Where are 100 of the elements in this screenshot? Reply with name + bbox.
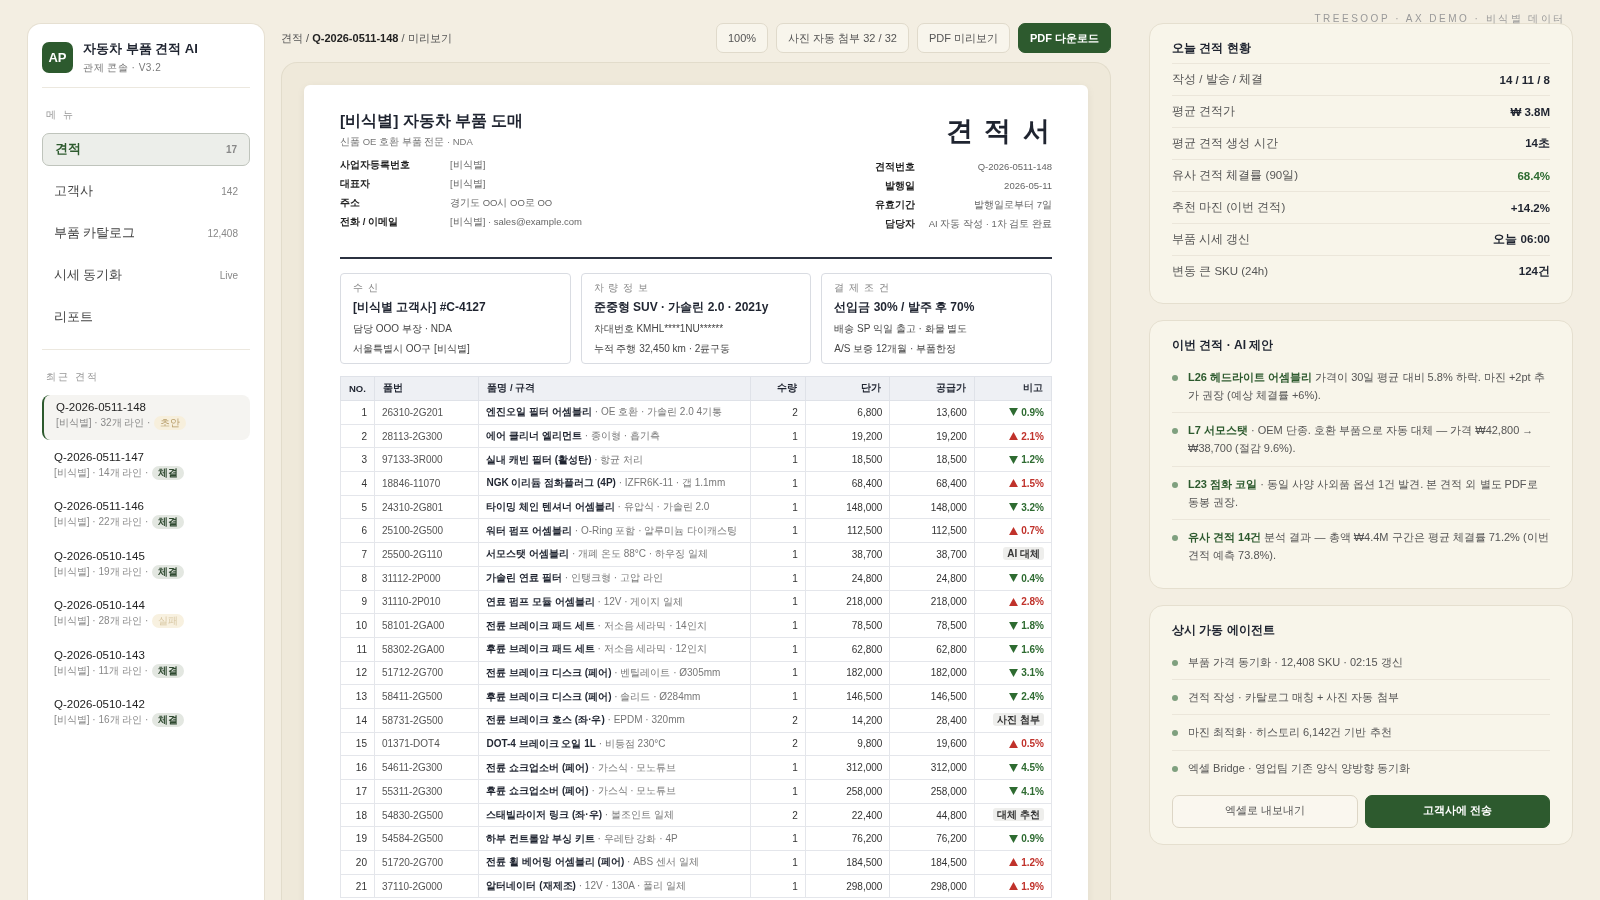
recent-quote[interactable]: Q-2026-0510-145 [비식별] · 19개 라인 · 체결	[42, 543, 250, 589]
table-cell: 9,800	[805, 732, 890, 756]
up-triangle-icon	[1009, 479, 1019, 488]
toolbar-button[interactable]: PDF 다운로드	[1017, 23, 1111, 53]
table-cell: 58302-2GA00	[374, 637, 479, 662]
table-cell: 1	[750, 661, 806, 685]
table-cell: 2	[750, 732, 806, 756]
box-caption: 결 제 조 건	[834, 281, 891, 295]
table-cell: 68,400	[889, 471, 975, 496]
down-triangle-icon	[1009, 408, 1019, 417]
table-cell: 21	[340, 874, 375, 898]
table-cell: 1	[750, 518, 806, 543]
field-label: 견적번호	[874, 161, 915, 174]
table-cell: 전륜 쇼크업소버 (페어) · 가스식 · 모노튜브	[479, 755, 751, 780]
column-header: 공급가	[889, 376, 975, 401]
suggestion-text: L23 점화 코일 · 동일 사양 사외품 옵션 1건 발견. 본 견적 외 별도 PDF로 동봉 권장.	[1188, 476, 1539, 510]
down-triangle-icon	[1009, 787, 1019, 796]
export-button[interactable]: 엑셀로 내보내기	[1172, 794, 1358, 828]
quote-id: Q-2026-0511-146	[54, 500, 145, 512]
bullet-icon	[1172, 730, 1178, 737]
table-cell: 37110-2G000	[374, 874, 479, 898]
box-line: 차대번호 KMHL****1NU******	[593, 322, 725, 336]
table-cell: 182,000	[889, 661, 975, 685]
field-value: [비식별]	[450, 159, 487, 172]
table-cell: 9	[340, 590, 375, 614]
table-cell: 6,800	[805, 400, 890, 425]
price-up-change: 2.8%	[1009, 596, 1044, 608]
table-cell: 전륜 휠 베어링 어셈블리 (페어) · ABS 센서 일체	[479, 850, 751, 875]
nav-item[interactable]: 고객사 142	[42, 175, 250, 208]
recent-quote[interactable]: Q-2026-0511-148 [비식별] · 32개 라인 · 초안	[42, 395, 250, 440]
bullet-icon	[1172, 428, 1178, 435]
table-cell: 146,500	[805, 684, 890, 709]
app-name: 자동차 부품 견적 AI	[83, 40, 198, 58]
table-cell: 1	[750, 495, 806, 519]
recent-quote[interactable]: Q-2026-0510-144 [비식별] · 28개 라인 · 실패	[42, 593, 250, 638]
note-tag: 대체 추천	[993, 808, 1044, 822]
table-cell: 54584-2G500	[374, 826, 479, 851]
column-header: 비고	[974, 376, 1052, 401]
nav-item[interactable]: 부품 카탈로그 12,408	[42, 217, 250, 250]
stat-label: 추천 마진 (이번 견적)	[1172, 200, 1286, 215]
table-cell: 298,000	[889, 874, 975, 898]
table-cell: 에어 클리너 엘리먼트 · 종이형 · 흡기측	[479, 424, 751, 448]
section-label: 최근 견적	[46, 370, 100, 384]
nav-item[interactable]: 시세 동기화 Live	[42, 259, 250, 292]
nav-item[interactable]: 견적 17	[42, 133, 250, 166]
table-cell: 전륜 브레이크 디스크 (페어) · 벤틸레이트 · Ø305mm	[479, 661, 751, 685]
table-cell: 184,500	[889, 850, 975, 875]
status-badge: 초안	[154, 416, 187, 430]
recent-quote[interactable]: Q-2026-0511-146 [비식별] · 22개 라인 · 체결	[42, 494, 250, 539]
table-cell: 16	[340, 755, 375, 780]
suggestion-text: L7 서모스탯 · OEM 단종. 호환 부품으로 자동 대체 — 가격 ₩42,800 → ₩38,700 (절감 9.6%).	[1188, 423, 1535, 457]
recent-quote[interactable]: Q-2026-0510-142 [비식별] · 16개 라인 · 체결	[42, 692, 250, 737]
table-cell: 19,200	[805, 424, 890, 448]
toolbar-button[interactable]: PDF 미리보기	[916, 23, 1010, 53]
table-cell: DOT-4 브레이크 오일 1L · 비등점 230°C	[479, 732, 751, 756]
table-cell: 2	[750, 400, 806, 425]
price-up-change: 0.5%	[1009, 738, 1044, 750]
box-line: 준중형 SUV · 가솔린 2.0 · 2021y	[593, 299, 770, 316]
price-down-change: 4.1%	[1009, 785, 1044, 797]
nav-item[interactable]: 리포트	[42, 301, 250, 334]
quote-meta: [비식별] · 22개 라인 ·	[54, 515, 149, 529]
status-badge: 체결	[152, 564, 185, 579]
table-cell: 2	[750, 708, 806, 733]
field-label: 담당자	[883, 218, 915, 231]
table-cell: 218,000	[889, 590, 975, 614]
table-cell: 1	[750, 447, 806, 472]
table-cell: 1	[750, 755, 806, 780]
recent-quote[interactable]: Q-2026-0510-143 [비식별] · 11개 라인 · 체결	[42, 642, 250, 688]
status-badge: 실패	[152, 614, 185, 628]
stat-value: 68.4%	[1517, 169, 1550, 182]
column-header: 단가	[805, 376, 890, 401]
field-value: Q-2026-0511-148	[976, 161, 1052, 174]
table-cell: 312,000	[889, 755, 975, 780]
toolbar-button[interactable]: 사진 자동 첨부 32 / 32	[776, 23, 909, 53]
agent-text: 부품 가격 동기화 · 12,408 SKU · 02:15 갱신	[1188, 655, 1403, 671]
field-label: 사업자등록번호	[340, 159, 411, 172]
bullet-icon	[1172, 375, 1178, 381]
table-cell: 112,500	[889, 518, 975, 543]
agent-text: 견적 작성 · 카탈로그 매칭 + 사진 자동 첨부	[1188, 690, 1399, 706]
table-cell: 24,800	[805, 566, 890, 590]
table-cell: 97133-3R000	[374, 447, 479, 472]
table-cell: 2	[340, 424, 375, 448]
table-cell: 22,400	[805, 803, 890, 827]
table-cell: 스태빌라이저 링크 (좌·우) · 볼조인트 일체	[479, 803, 751, 827]
recent-quote[interactable]: Q-2026-0511-147 [비식별] · 14개 라인 · 체결	[42, 444, 250, 490]
table-cell: 전륜 브레이크 호스 (좌·우) · EPDM · 320mm	[479, 708, 751, 733]
table-cell: 엔진오일 필터 어셈블리 · OE 호환 · 가솔린 2.0 4기통	[479, 400, 751, 425]
quote-id: Q-2026-0511-147	[54, 450, 145, 463]
send-button[interactable]: 고객사에 전송	[1364, 794, 1550, 828]
table-cell: 19,600	[889, 732, 975, 756]
status-badge: 체결	[151, 663, 184, 678]
table-cell: 258,000	[805, 779, 890, 804]
table-cell: 1	[750, 590, 806, 614]
price-down-change: 0.4%	[1009, 572, 1044, 584]
table-cell: 7	[340, 542, 375, 567]
table-cell: 5	[340, 495, 375, 519]
field-value: AI 자동 작성 · 1차 검토 완료	[928, 218, 1052, 231]
toolbar-button[interactable]: 100%	[715, 23, 769, 53]
table-cell: 182,000	[805, 661, 890, 685]
column-header: NO.	[340, 376, 375, 401]
